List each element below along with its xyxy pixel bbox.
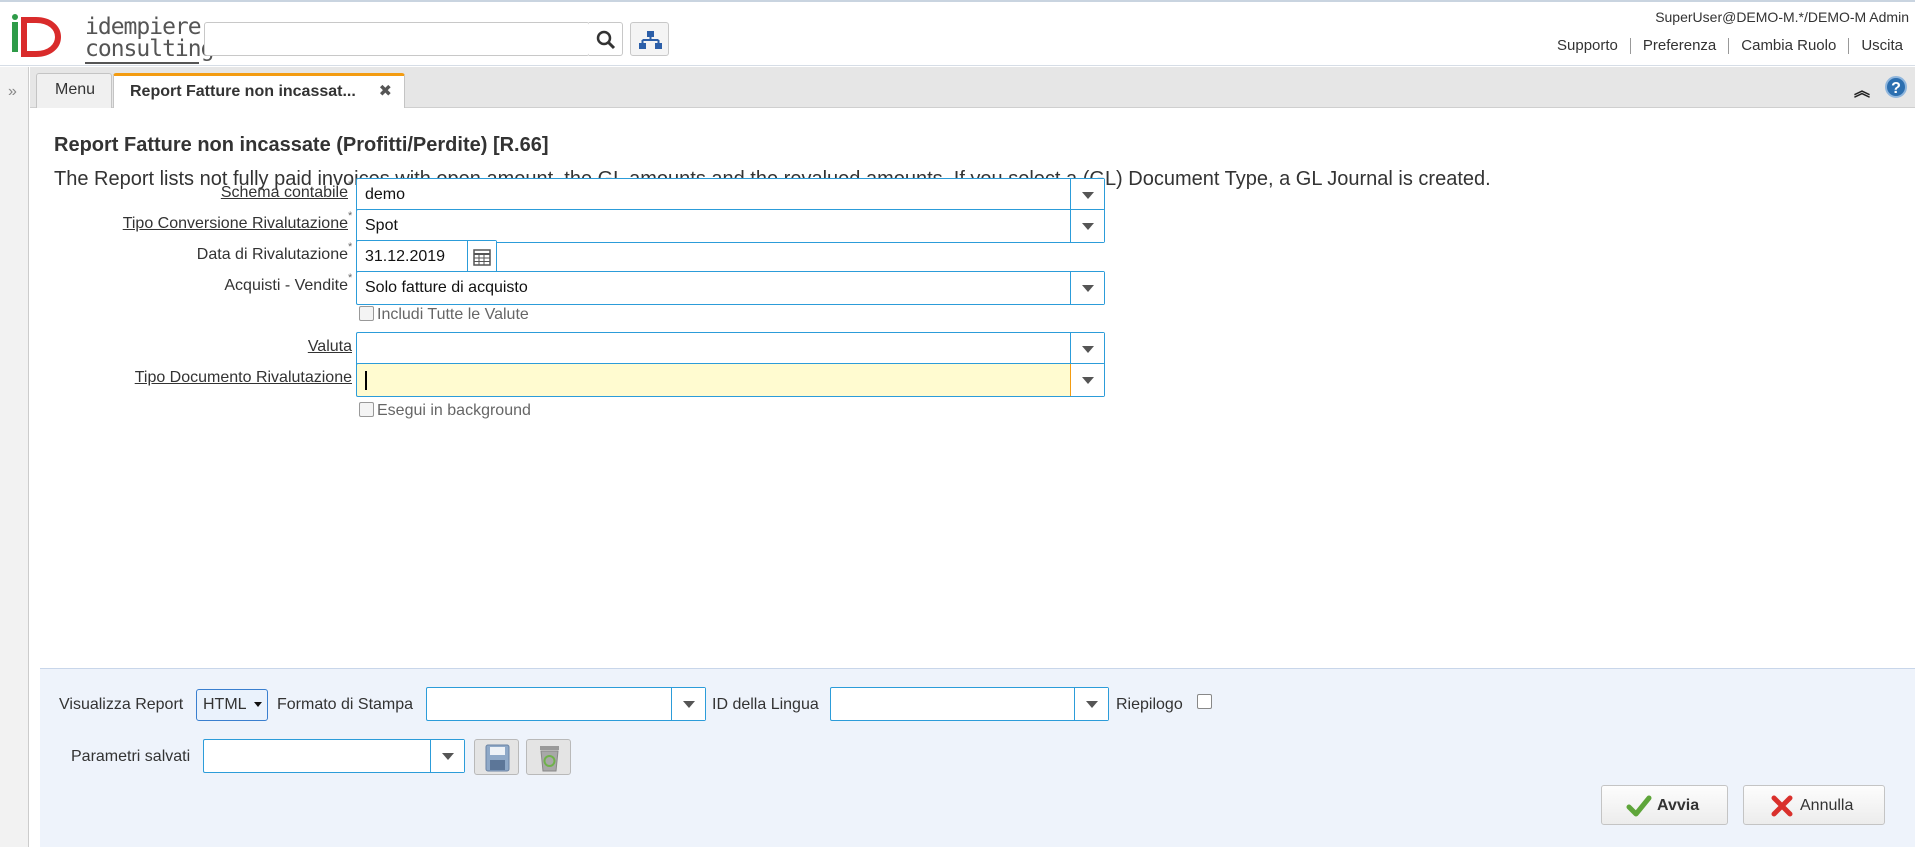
required-marker: * — [348, 210, 353, 222]
includi-tutte-valute-checkbox[interactable]: Includi Tutte le Valute — [359, 306, 529, 324]
calendar-button[interactable] — [467, 241, 496, 273]
report-type-select[interactable]: HTML — [196, 689, 268, 721]
formato-stampa-label: Formato di Stampa — [277, 696, 414, 713]
dropdown-button[interactable] — [1074, 688, 1108, 720]
esegui-background-checkbox[interactable]: Esegui in background — [359, 402, 531, 420]
help-icon[interactable]: ? — [1885, 76, 1907, 98]
search-button[interactable] — [589, 22, 623, 56]
schema-contabile-combo[interactable]: demo — [356, 178, 1105, 212]
process-title: Report Fatture non incassate (Profitti/P… — [54, 134, 549, 156]
tipo-conversione-label[interactable]: Tipo Conversione Rivalutazione — [0, 215, 348, 233]
data-rivalutazione-label: Data di Rivalutazione — [196, 246, 348, 263]
delete-parameters-button[interactable] — [526, 739, 571, 775]
required-marker: * — [348, 179, 353, 191]
chevron-down-icon — [1082, 346, 1094, 353]
save-parameters-button[interactable] — [474, 739, 519, 775]
visualizza-report-label: Visualizza Report — [59, 696, 184, 713]
dropdown-button[interactable] — [1070, 272, 1104, 304]
chevron-down-icon — [683, 701, 695, 708]
acquisti-vendite-combo[interactable]: Solo fatture di acquisto — [356, 271, 1105, 305]
text-cursor — [365, 371, 367, 390]
global-search-input[interactable] — [204, 22, 590, 56]
valuta-label[interactable]: Valuta — [0, 338, 352, 356]
tab-bar: Menu Report Fatture non incassat... ✖ ︽ … — [30, 67, 1915, 109]
tab-report-fatture[interactable]: Report Fatture non incassat... ✖ — [113, 73, 405, 109]
chevron-down-icon — [1082, 377, 1094, 384]
link-supporto[interactable]: Supporto — [1545, 38, 1630, 54]
menu-tree-button[interactable] — [630, 22, 669, 56]
tipo-conversione-combo[interactable]: Spot — [356, 209, 1105, 243]
link-cambia-ruolo[interactable]: Cambia Ruolo — [1728, 38, 1848, 54]
checkmark-icon — [1626, 795, 1652, 817]
riepilogo-label: Riepilogo — [1116, 696, 1183, 713]
floppy-disk-icon — [485, 744, 510, 772]
required-marker: * — [348, 272, 353, 284]
cross-icon — [1771, 795, 1793, 817]
acquisti-vendite-label: Acquisti - Vendite — [224, 277, 348, 294]
user-role-label: SuperUser@DEMO-M.*/DEMO-M Admin — [1655, 9, 1909, 25]
parametri-salvati-combo[interactable] — [203, 739, 465, 773]
app-header: idempiere consulting SuperUser@DEMO-M.*/… — [0, 0, 1915, 66]
chevron-down-icon — [1082, 285, 1094, 292]
chevron-down-icon — [1086, 701, 1098, 708]
dropdown-button[interactable] — [1070, 364, 1104, 396]
idempiere-logo[interactable]: idempiere consulting — [10, 12, 214, 64]
recycle-bin-icon — [540, 746, 559, 772]
tipo-documento-combo[interactable] — [356, 363, 1105, 397]
annulla-button[interactable]: Annulla — [1743, 785, 1885, 825]
tab-menu[interactable]: Menu — [36, 73, 112, 108]
link-uscita[interactable]: Uscita — [1848, 38, 1915, 54]
chevron-down-icon — [1082, 223, 1094, 230]
dropdown-button[interactable] — [430, 740, 464, 772]
checkbox-box[interactable] — [359, 402, 374, 417]
dropdown-button[interactable] — [671, 688, 705, 720]
collapse-header-icon[interactable]: ︽ — [1854, 77, 1870, 101]
expand-panel-icon[interactable]: » — [8, 83, 17, 101]
report-options-panel: Visualizza Report HTML Formato di Stampa… — [40, 668, 1915, 847]
parametri-salvati-label: Parametri salvati — [71, 748, 191, 765]
calendar-icon — [473, 249, 491, 266]
tipo-documento-label[interactable]: Tipo Documento Rivalutazione — [0, 369, 352, 387]
data-rivalutazione-field[interactable]: 31.12.2019 — [356, 240, 497, 274]
formato-stampa-combo[interactable] — [426, 687, 706, 721]
chevron-down-icon — [254, 702, 262, 707]
id-lingua-label: ID della Lingua — [712, 696, 819, 713]
logo-text: idempiere consulting — [85, 14, 214, 62]
close-tab-icon[interactable]: ✖ — [379, 76, 392, 107]
required-marker: * — [348, 241, 353, 253]
chevron-down-icon — [442, 753, 454, 760]
dropdown-button[interactable] — [1070, 333, 1104, 365]
valuta-combo[interactable] — [356, 332, 1105, 366]
chevron-down-icon — [1082, 192, 1094, 199]
sitemap-icon — [639, 31, 662, 49]
link-preferenza[interactable]: Preferenza — [1629, 38, 1728, 54]
logo-mark-icon — [12, 14, 62, 57]
schema-contabile-label[interactable]: Schema contabile — [0, 184, 348, 202]
dropdown-button[interactable] — [1070, 179, 1104, 211]
header-links: Supporto Preferenza Cambia Ruolo Uscita — [1545, 38, 1915, 54]
dropdown-button[interactable] — [1070, 210, 1104, 242]
avvia-button[interactable]: Avvia — [1601, 785, 1728, 825]
search-icon — [596, 30, 616, 50]
checkbox-box[interactable] — [359, 306, 374, 321]
riepilogo-checkbox[interactable] — [1197, 694, 1212, 709]
id-lingua-combo[interactable] — [830, 687, 1109, 721]
